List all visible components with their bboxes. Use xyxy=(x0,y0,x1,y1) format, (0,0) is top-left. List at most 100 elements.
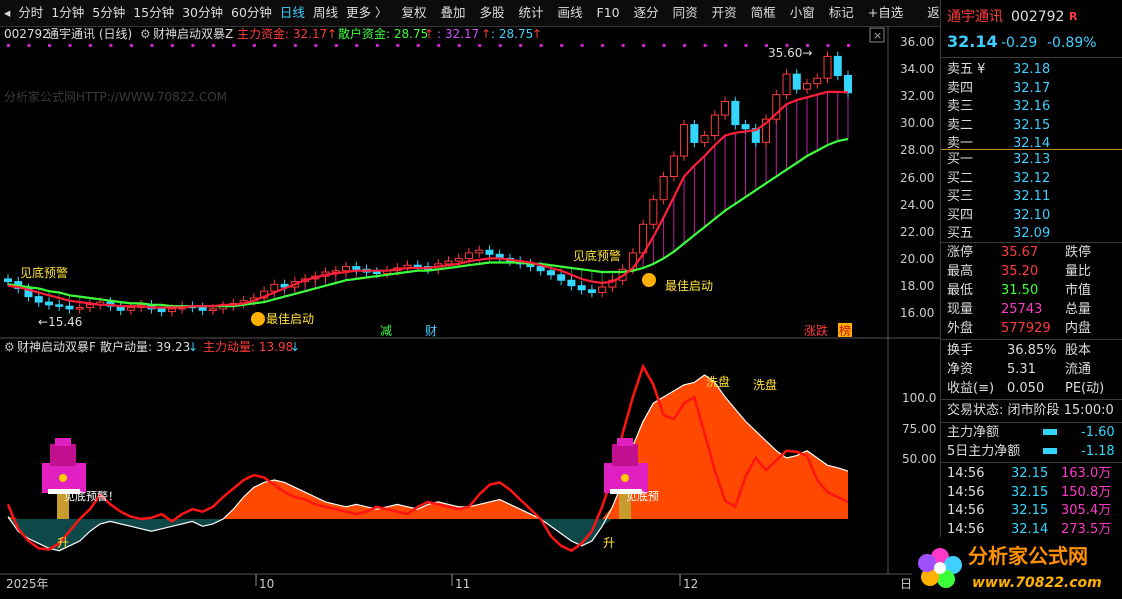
candle-body[interactable] xyxy=(710,114,719,137)
stat-label: 最高 xyxy=(947,264,974,279)
candle-body[interactable] xyxy=(844,74,852,94)
candle-body[interactable] xyxy=(659,176,668,201)
candle-body[interactable] xyxy=(546,270,555,276)
stock-name: 通宇通讯 xyxy=(947,9,1003,25)
candle-body[interactable] xyxy=(731,100,740,126)
down-arrow-icon: ↓ xyxy=(188,340,198,354)
candle-body[interactable] xyxy=(55,304,64,307)
signal-dot xyxy=(170,44,174,47)
candle-body[interactable] xyxy=(167,308,176,313)
period-daily[interactable]: 日线 xyxy=(276,0,309,26)
candle-body[interactable] xyxy=(536,266,545,272)
period-more[interactable]: 更多 〉 xyxy=(342,0,391,26)
order-price: 32.18 xyxy=(1013,62,1051,77)
candle-body[interactable] xyxy=(803,83,812,90)
tool-f10[interactable]: F10 xyxy=(593,0,624,26)
candle-body[interactable] xyxy=(65,305,74,310)
stat-value: 0.050 xyxy=(1007,381,1045,396)
tool-stats[interactable]: 统计 xyxy=(514,0,547,26)
candle-body[interactable] xyxy=(34,296,43,303)
candle-body[interactable] xyxy=(342,266,351,272)
candle-body[interactable] xyxy=(813,77,822,85)
candle-body[interactable] xyxy=(157,308,166,313)
sub-axis-tick: 100.0 xyxy=(902,391,936,405)
divider xyxy=(941,399,1122,400)
tick-price: 32.15 xyxy=(1011,503,1049,518)
retail-fund-label: 散户资金: 28.75 xyxy=(338,26,428,41)
chart-area[interactable]: 002792 通宇通讯 (日线) ⚙ 财神启动双暴Z 主力资金: 32.17 ↑… xyxy=(0,26,940,596)
tool-fuquan[interactable]: 复权 xyxy=(397,0,430,26)
tool-draw[interactable]: 画线 xyxy=(554,0,587,26)
signal-dot xyxy=(252,44,256,47)
signal-dot xyxy=(724,44,728,47)
logo-title: 分析家公式网 xyxy=(968,544,1088,568)
tool-tongzi[interactable]: 同资 xyxy=(669,0,702,26)
reduce-tag: 减 xyxy=(380,324,392,338)
tool-small-window[interactable]: 小窗 xyxy=(786,0,819,26)
candle-body[interactable] xyxy=(352,266,361,270)
candle-body[interactable] xyxy=(372,271,381,275)
candle-body[interactable] xyxy=(567,279,576,287)
tool-overlay[interactable]: 叠加 xyxy=(436,0,469,26)
tool-add-watchlist[interactable]: +自选 xyxy=(864,0,907,26)
period-5min[interactable]: 5分钟 xyxy=(88,0,129,26)
tick-time: 14:56 xyxy=(947,466,985,481)
tick-time: 14:56 xyxy=(947,521,985,537)
candle-body[interactable] xyxy=(270,283,279,292)
period-60min[interactable]: 60分钟 xyxy=(227,0,276,26)
candle-body[interactable] xyxy=(464,252,473,259)
order-price: 32.16 xyxy=(1013,99,1051,114)
candle-body[interactable] xyxy=(823,55,832,79)
candle-body[interactable] xyxy=(587,289,596,294)
candle-body[interactable] xyxy=(44,301,53,306)
signal-dot xyxy=(621,44,625,47)
candle-body[interactable] xyxy=(444,260,453,265)
candle-body[interactable] xyxy=(208,308,217,311)
signal-dot xyxy=(293,44,297,47)
candle-body[interactable] xyxy=(413,264,422,268)
candle-body[interactable] xyxy=(721,100,730,116)
candle-body[interactable] xyxy=(700,135,709,143)
candle-body[interactable] xyxy=(126,307,135,311)
price-change-pct: -0.89% xyxy=(1047,35,1097,51)
candle-body[interactable] xyxy=(833,55,842,76)
candle-body[interactable] xyxy=(198,307,207,311)
candle-body[interactable] xyxy=(85,304,94,309)
candle-body[interactable] xyxy=(680,124,689,157)
candle-body[interactable] xyxy=(792,73,801,90)
candle-body[interactable] xyxy=(577,285,586,291)
tool-multi[interactable]: 多股 xyxy=(475,0,508,26)
period-fenshi[interactable]: 分时 xyxy=(14,0,47,26)
period-1min[interactable]: 1分钟 xyxy=(47,0,88,26)
settings-gear-icon[interactable]: ⚙ xyxy=(4,340,15,354)
momentum-area-positive xyxy=(8,375,848,519)
candle-body[interactable] xyxy=(4,278,12,283)
toolbar-left-arrow[interactable]: ◂ xyxy=(0,0,14,26)
candle-body[interactable] xyxy=(454,257,463,262)
period-weekly[interactable]: 周线 xyxy=(309,0,342,26)
tool-mark[interactable]: 标记 xyxy=(825,0,858,26)
period-30min[interactable]: 30分钟 xyxy=(178,0,227,26)
candle-body[interactable] xyxy=(782,73,791,96)
extra-value-1: : 32.17 xyxy=(437,27,479,41)
candle-body[interactable] xyxy=(669,155,678,177)
candle-body[interactable] xyxy=(690,124,699,143)
kline-chart-svg[interactable]: 002792 通宇通讯 (日线) ⚙ 财神启动双暴Z 主力资金: 32.17 ↑… xyxy=(0,26,940,596)
candle-body[interactable] xyxy=(475,249,484,254)
candle-body[interactable] xyxy=(741,124,750,130)
candle-body[interactable] xyxy=(557,274,566,281)
candle-body[interactable] xyxy=(598,286,607,294)
tool-simple-frame[interactable]: 简框 xyxy=(747,0,780,26)
settings-gear-icon[interactable]: ⚙ xyxy=(140,27,151,41)
logo-flower-icon: 分析家公式网 www.70822.com xyxy=(918,544,1102,591)
tool-zhufen[interactable]: 逐分 xyxy=(630,0,663,26)
candle-body[interactable] xyxy=(485,249,494,255)
period-15min[interactable]: 15分钟 xyxy=(129,0,178,26)
candle-body[interactable] xyxy=(649,199,658,225)
signal-dot xyxy=(457,44,461,47)
candle-body[interactable] xyxy=(75,307,84,310)
time-tick: 2025年 xyxy=(6,577,49,591)
up-arrow-icon: ↑ xyxy=(327,27,337,41)
signal-dot xyxy=(232,44,236,47)
tool-kaizi[interactable]: 开资 xyxy=(708,0,741,26)
